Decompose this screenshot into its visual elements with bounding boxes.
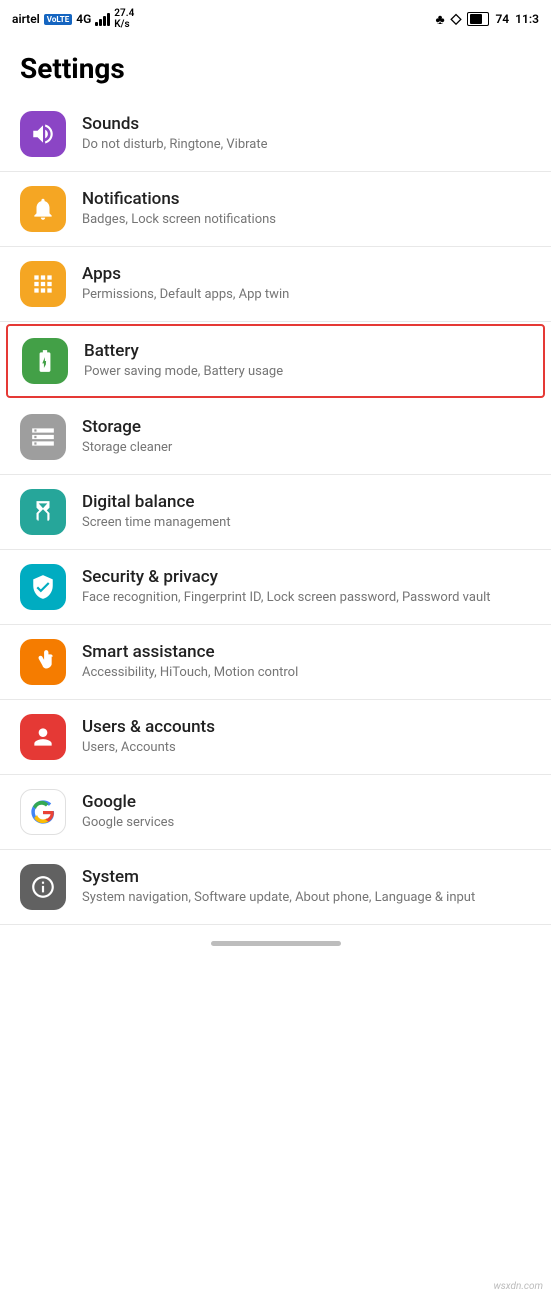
smart-assistance-subtitle: Accessibility, HiTouch, Motion control [82, 664, 531, 682]
notifications-text: Notifications Badges, Lock screen notifi… [82, 189, 531, 229]
settings-item-users[interactable]: Users & accounts Users, Accounts [0, 700, 551, 775]
volte-badge: VoLTE [44, 14, 72, 25]
battery-charging-icon [32, 348, 58, 374]
bell-icon [30, 196, 56, 222]
settings-item-apps[interactable]: Apps Permissions, Default apps, App twin [0, 247, 551, 322]
info-icon [30, 874, 56, 900]
apps-title: Apps [82, 264, 531, 284]
hourglass-icon [30, 499, 56, 525]
google-title: Google [82, 792, 531, 812]
users-title: Users & accounts [82, 717, 531, 737]
digital-balance-text: Digital balance Screen time management [82, 492, 531, 532]
battery-text-wrapper: Battery Power saving mode, Battery usage [84, 341, 529, 381]
smart-assistance-text: Smart assistance Accessibility, HiTouch,… [82, 642, 531, 682]
security-text: Security & privacy Face recognition, Fin… [82, 567, 531, 607]
bluetooth-icon: ♣ [435, 11, 444, 28]
apps-text: Apps Permissions, Default apps, App twin [82, 264, 531, 304]
battery-title: Battery [84, 341, 529, 361]
battery-icon-wrapper [22, 338, 68, 384]
carrier-text: airtel [12, 12, 40, 26]
watermark: wsxdn.com [493, 1281, 543, 1292]
storage-subtitle: Storage cleaner [82, 439, 531, 457]
digital-balance-subtitle: Screen time management [82, 514, 531, 532]
users-subtitle: Users, Accounts [82, 739, 531, 757]
status-bar: airtel VoLTE 4G 27.4K/s ♣ ◇ 74 11:3 [0, 0, 551, 36]
notifications-icon-wrapper [20, 186, 66, 232]
apps-subtitle: Permissions, Default apps, App twin [82, 286, 531, 304]
person-icon [30, 724, 56, 750]
notifications-subtitle: Badges, Lock screen notifications [82, 211, 531, 229]
settings-item-sounds[interactable]: Sounds Do not disturb, Ringtone, Vibrate [0, 97, 551, 172]
storage-text: Storage Storage cleaner [82, 417, 531, 457]
security-icon-wrapper [20, 564, 66, 610]
system-text: System System navigation, Software updat… [82, 867, 531, 907]
security-subtitle: Face recognition, Fingerprint ID, Lock s… [82, 589, 531, 607]
system-title: System [82, 867, 531, 887]
users-icon-wrapper [20, 714, 66, 760]
settings-item-security[interactable]: Security & privacy Face recognition, Fin… [0, 550, 551, 625]
google-subtitle: Google services [82, 814, 531, 832]
home-indicator [0, 925, 551, 966]
settings-item-smart-assistance[interactable]: Smart assistance Accessibility, HiTouch,… [0, 625, 551, 700]
settings-item-notifications[interactable]: Notifications Badges, Lock screen notifi… [0, 172, 551, 247]
users-text: Users & accounts Users, Accounts [82, 717, 531, 757]
speaker-icon [30, 121, 56, 147]
status-right: ♣ ◇ 74 11:3 [435, 11, 539, 28]
storage-icon-wrapper [20, 414, 66, 460]
smart-assistance-title: Smart assistance [82, 642, 531, 662]
security-title: Security & privacy [82, 567, 531, 587]
signal-icon [95, 12, 110, 26]
home-bar [211, 941, 341, 946]
settings-item-system[interactable]: System System navigation, Software updat… [0, 850, 551, 925]
shield-icon [30, 574, 56, 600]
settings-item-storage[interactable]: Storage Storage cleaner [0, 400, 551, 475]
settings-item-google[interactable]: Google Google services [0, 775, 551, 850]
sounds-icon-wrapper [20, 111, 66, 157]
battery-subtitle: Power saving mode, Battery usage [84, 363, 529, 381]
vibrate-icon: ◇ [451, 11, 462, 27]
google-text: Google Google services [82, 792, 531, 832]
time-text: 11:3 [515, 12, 539, 26]
page-title: Settings [0, 36, 551, 97]
google-icon [29, 798, 57, 826]
storage-icon [30, 424, 56, 450]
speed-text: 27.4K/s [114, 8, 134, 30]
grid-icon [30, 271, 56, 297]
digital-balance-icon-wrapper [20, 489, 66, 535]
battery-status-icon [467, 12, 489, 26]
notifications-title: Notifications [82, 189, 531, 209]
smart-assistance-icon-wrapper [20, 639, 66, 685]
sounds-subtitle: Do not disturb, Ringtone, Vibrate [82, 136, 531, 154]
system-subtitle: System navigation, Software update, Abou… [82, 889, 531, 907]
sounds-text: Sounds Do not disturb, Ringtone, Vibrate [82, 114, 531, 154]
settings-list: Sounds Do not disturb, Ringtone, Vibrate… [0, 97, 551, 925]
digital-balance-title: Digital balance [82, 492, 531, 512]
google-icon-wrapper [20, 789, 66, 835]
hand-icon [30, 649, 56, 675]
network-text: 4G [76, 12, 91, 26]
sounds-title: Sounds [82, 114, 531, 134]
storage-title: Storage [82, 417, 531, 437]
apps-icon-wrapper [20, 261, 66, 307]
settings-item-digital-balance[interactable]: Digital balance Screen time management [0, 475, 551, 550]
status-left: airtel VoLTE 4G 27.4K/s [12, 8, 134, 30]
settings-item-battery[interactable]: Battery Power saving mode, Battery usage [6, 324, 545, 398]
system-icon-wrapper [20, 864, 66, 910]
battery-text: 74 [495, 12, 509, 26]
